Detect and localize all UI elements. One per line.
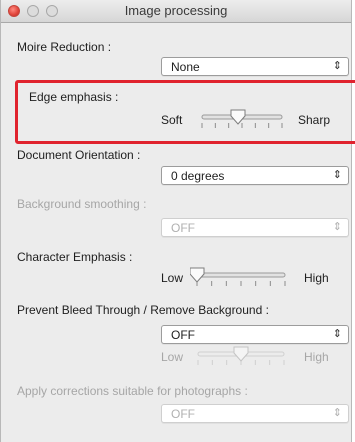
character-emphasis-max-label: High [304, 271, 329, 285]
slider-track [196, 272, 286, 278]
character-emphasis-label: Character Emphasis : [17, 250, 133, 264]
photo-corrections-value: OFF [171, 407, 195, 421]
window-title: Image processing [124, 3, 228, 18]
background-smoothing-label: Background smoothing : [17, 197, 147, 211]
edge-emphasis-max-label: Sharp [298, 113, 331, 127]
edge-emphasis-label: Edge emphasis : [29, 90, 119, 104]
slider-thumb[interactable] [189, 267, 205, 283]
updown-chevron-icon: ⇕ [332, 169, 342, 181]
updown-chevron-icon: ⇕ [332, 221, 342, 233]
updown-chevron-icon: ⇕ [332, 407, 342, 419]
updown-chevron-icon: ⇕ [332, 328, 342, 340]
image-processing-window: Image processing Moire Reduction : None … [0, 0, 352, 442]
bleed-through-select[interactable]: OFF ⇕ [161, 325, 349, 344]
moire-reduction-label: Moire Reduction : [17, 40, 112, 54]
photo-corrections-select: OFF ⇕ [161, 404, 349, 423]
background-smoothing-select: OFF ⇕ [161, 218, 349, 237]
slider-thumb[interactable] [230, 109, 246, 125]
slider-thumb [233, 346, 249, 362]
bleed-through-max-label: High [304, 350, 329, 364]
moire-reduction-select[interactable]: None ⇕ [161, 57, 349, 76]
updown-chevron-icon: ⇕ [332, 60, 342, 72]
background-smoothing-value: OFF [171, 221, 195, 235]
character-emphasis-slider[interactable] [189, 266, 292, 288]
document-orientation-select[interactable]: 0 degrees ⇕ [161, 166, 349, 185]
title-bar[interactable]: Image processing [1, 0, 351, 23]
bleed-through-min-label: Low [161, 350, 184, 364]
edge-emphasis-min-label: Soft [161, 113, 183, 127]
bleed-through-slider-graphic [197, 346, 285, 365]
document-orientation-value: 0 degrees [171, 169, 225, 183]
bleed-through-value: OFF [171, 328, 195, 342]
bleed-through-label: Prevent Bleed Through / Remove Backgroun… [17, 303, 269, 317]
moire-reduction-value: None [171, 60, 200, 74]
character-emphasis-min-label: Low [161, 271, 184, 285]
character-emphasis-slider-graphic [189, 267, 286, 286]
bleed-through-slider [191, 345, 291, 367]
document-orientation-label: Document Orientation : [17, 148, 141, 162]
photo-corrections-label: Apply corrections suitable for photograp… [17, 384, 248, 398]
edge-emphasis-slider-graphic [201, 109, 283, 128]
edge-emphasis-slider[interactable] [195, 108, 289, 130]
